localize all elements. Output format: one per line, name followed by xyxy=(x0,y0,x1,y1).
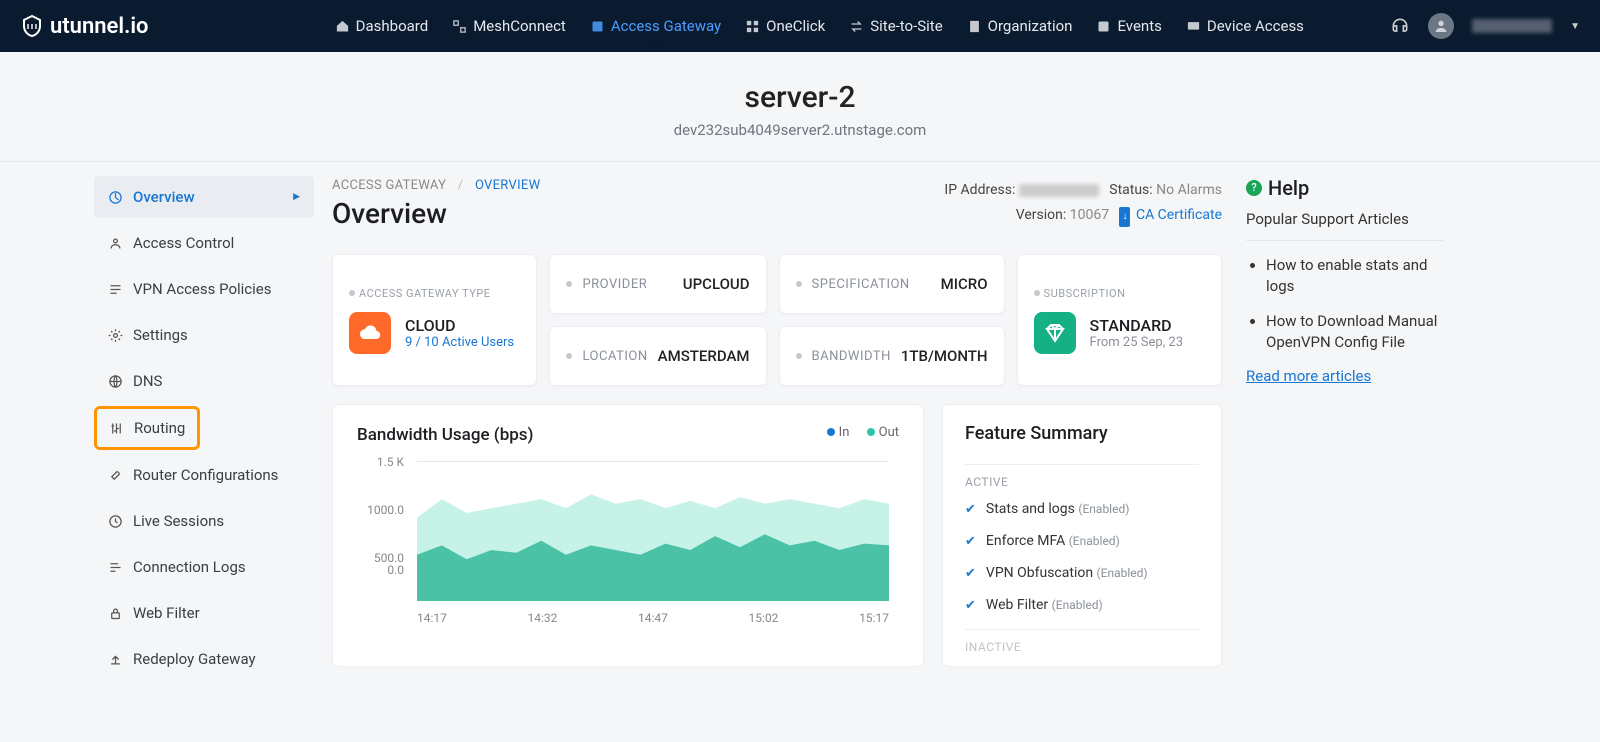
help-title: ?Help xyxy=(1246,176,1444,200)
status-block: IP Address: Status: No Alarms Version: 1… xyxy=(944,178,1222,228)
sidebar: Overview Access Control VPN Access Polic… xyxy=(4,162,314,684)
grid-icon xyxy=(745,19,760,34)
feature-summary: Feature Summary ACTIVE ✔Stats and logs (… xyxy=(942,404,1222,667)
nav-org[interactable]: Organization xyxy=(967,17,1073,35)
title-area: server-2 dev232sub4049server2.utnstage.c… xyxy=(0,52,1600,162)
sidebar-item-access[interactable]: Access Control xyxy=(94,222,314,264)
check-icon: ✔ xyxy=(965,598,976,613)
nav-mesh[interactable]: MeshConnect xyxy=(452,17,566,35)
content: ACCESS GATEWAY / OVERVIEW Overview IP Ad… xyxy=(314,162,1234,684)
lower-row: In Out Bandwidth Usage (bps) 1.5 K 1000.… xyxy=(332,404,1222,667)
page-title: Overview xyxy=(332,197,540,230)
nav-oneclick[interactable]: OneClick xyxy=(745,17,825,35)
diamond-icon xyxy=(1034,312,1076,354)
server-name: server-2 xyxy=(0,80,1600,115)
card-location: LOCATIONAMSTERDAM xyxy=(549,326,766,386)
ip-address xyxy=(1019,184,1099,197)
lock-icon xyxy=(108,606,123,621)
nav-gateway[interactable]: Access Gateway xyxy=(590,17,721,35)
help-article[interactable]: How to Download Manual OpenVPN Config Fi… xyxy=(1266,311,1444,353)
globe-icon xyxy=(108,374,123,389)
sidebar-item-dns[interactable]: DNS xyxy=(94,360,314,402)
swap-icon xyxy=(849,19,864,34)
cards: ACCESS GATEWAY TYPE CLOUD 9 / 10 Active … xyxy=(332,254,1222,386)
home-icon xyxy=(335,19,350,34)
nav-site[interactable]: Site-to-Site xyxy=(849,17,942,35)
sidebar-item-filter[interactable]: Web Filter xyxy=(94,592,314,634)
sidebar-item-settings[interactable]: Settings xyxy=(94,314,314,356)
caret-down-icon[interactable]: ▼ xyxy=(1570,21,1580,32)
list-icon xyxy=(1096,19,1111,34)
dashboard-icon xyxy=(108,190,123,205)
feature-item: ✔VPN Obfuscation (Enabled) xyxy=(965,565,1199,581)
chart-area: 1.5 K 1000.0 500.0 0.0 14:17 14:32 14:47… xyxy=(357,455,899,625)
check-icon: ✔ xyxy=(965,502,976,517)
help-article[interactable]: How to enable stats and logs xyxy=(1266,255,1444,297)
sidebar-item-sessions[interactable]: Live Sessions xyxy=(94,500,314,542)
chart-plot xyxy=(417,461,889,601)
read-more-link[interactable]: Read more articles xyxy=(1246,367,1444,385)
bandwidth-chart: In Out Bandwidth Usage (bps) 1.5 K 1000.… xyxy=(332,404,924,667)
nav-right: ▼ xyxy=(1390,13,1580,39)
top-nav: utunnel.io Dashboard MeshConnect Access … xyxy=(0,0,1600,52)
nav-device[interactable]: Device Access xyxy=(1186,17,1304,35)
monitor-icon xyxy=(1186,19,1201,34)
user-icon xyxy=(108,236,123,251)
check-icon: ✔ xyxy=(965,566,976,581)
sidebar-item-redeploy[interactable]: Redeploy Gateway xyxy=(94,638,314,680)
wrench-icon xyxy=(108,468,123,483)
breadcrumb: ACCESS GATEWAY / OVERVIEW xyxy=(332,178,540,193)
avatar[interactable] xyxy=(1428,13,1454,39)
nav-links: Dashboard MeshConnect Access Gateway One… xyxy=(335,17,1304,35)
sidebar-item-routing[interactable]: Routing xyxy=(94,406,200,450)
sidebar-item-overview[interactable]: Overview xyxy=(94,176,314,218)
upload-icon xyxy=(108,652,123,667)
sidebar-item-logs[interactable]: Connection Logs xyxy=(94,546,314,588)
user-name[interactable] xyxy=(1472,19,1552,33)
cloud-icon xyxy=(349,312,391,354)
x-axis: 14:17 14:32 14:47 15:02 15:17 xyxy=(417,611,889,625)
y-axis: 1.5 K 1000.0 500.0 0.0 xyxy=(357,455,412,601)
card-provider: PROVIDERUPCLOUD xyxy=(549,254,766,314)
nav-events[interactable]: Events xyxy=(1096,17,1161,35)
brand[interactable]: utunnel.io xyxy=(20,14,149,39)
server-host: dev232sub4049server2.utnstage.com xyxy=(0,121,1600,139)
mesh-icon xyxy=(452,19,467,34)
brand-text: utunnel.io xyxy=(50,14,149,39)
nav-dashboard[interactable]: Dashboard xyxy=(335,17,429,35)
sidebar-item-router-config[interactable]: Router Configurations xyxy=(94,454,314,496)
feature-item: ✔Stats and logs (Enabled) xyxy=(965,501,1199,517)
headset-icon[interactable] xyxy=(1390,16,1410,36)
crumb-row: ACCESS GATEWAY / OVERVIEW Overview IP Ad… xyxy=(332,178,1222,230)
ca-certificate-link[interactable]: CA Certificate xyxy=(1136,207,1222,223)
logs-icon xyxy=(108,560,123,575)
check-icon: ✔ xyxy=(965,534,976,549)
clock-icon xyxy=(108,514,123,529)
card-spec: SPECIFICATIONMICRO xyxy=(779,254,1005,314)
feature-item: ✔Enforce MFA (Enabled) xyxy=(965,533,1199,549)
card-gateway-type: ACCESS GATEWAY TYPE CLOUD 9 / 10 Active … xyxy=(332,254,537,386)
question-icon: ? xyxy=(1246,180,1262,196)
gateway-icon xyxy=(590,19,605,34)
sidebar-item-vpn-policies[interactable]: VPN Access Policies xyxy=(94,268,314,310)
chart-legend: In Out xyxy=(813,425,899,440)
download-icon: ↓ xyxy=(1119,207,1130,227)
gear-icon xyxy=(108,328,123,343)
building-icon xyxy=(967,19,982,34)
help-panel: ?Help Popular Support Articles How to en… xyxy=(1234,162,1464,684)
policies-icon xyxy=(108,282,123,297)
card-subscription: SUBSCRIPTION STANDARD From 25 Sep, 23 xyxy=(1017,254,1222,386)
feature-item: ✔Web Filter (Enabled) xyxy=(965,597,1199,613)
routing-icon xyxy=(109,421,124,436)
brand-icon xyxy=(20,14,44,38)
main: Overview Access Control VPN Access Polic… xyxy=(0,162,1600,684)
card-bandwidth: BANDWIDTH1TB/MONTH xyxy=(779,326,1005,386)
